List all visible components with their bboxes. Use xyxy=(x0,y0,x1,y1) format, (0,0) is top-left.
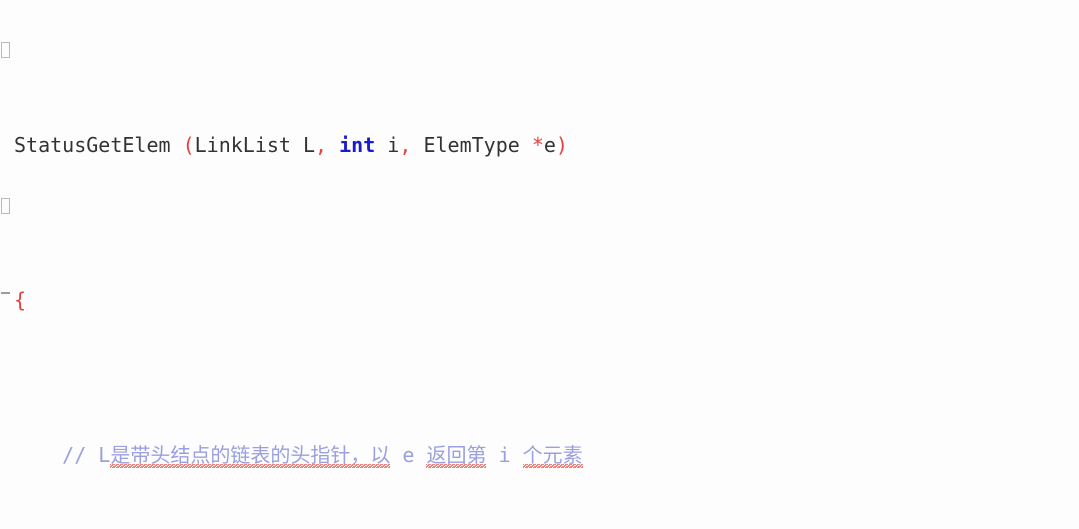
brace-open: { xyxy=(14,288,27,312)
comment-var-e: e xyxy=(390,443,427,467)
comment-cn-2: 返回第 xyxy=(426,443,487,467)
comment-slashes: // xyxy=(62,443,99,467)
comment-cn-1: 是带头结点的链表的头指针，以 xyxy=(110,443,391,467)
fold-marker-while-block[interactable] xyxy=(1,198,10,214)
fold-marker-function-start[interactable] xyxy=(1,42,10,58)
code-line-signature[interactable]: StatusGetElem (LinkList L, int i, ElemTy… xyxy=(14,130,719,161)
comma-2: , xyxy=(399,133,412,157)
code-content[interactable]: StatusGetElem (LinkList L, int i, ElemTy… xyxy=(14,6,719,529)
return-type: Status xyxy=(14,133,87,157)
param-type-3: ElemType xyxy=(411,133,532,157)
code-line-header-comment[interactable]: // L是带头结点的链表的头指针，以 e 返回第 i 个元素 xyxy=(14,440,719,471)
comment-cn-3: 个元素 xyxy=(522,443,583,467)
param-type-1: LinkList xyxy=(194,133,291,157)
comment-var-l: L xyxy=(98,443,111,467)
pointer-star: * xyxy=(531,133,544,157)
param-name-3: e xyxy=(543,133,556,157)
space-1 xyxy=(327,133,339,157)
editor-gutter[interactable] xyxy=(0,0,14,529)
keyword-int: int xyxy=(339,133,376,157)
param-name-2: i xyxy=(375,133,400,157)
comma-1: , xyxy=(315,133,328,157)
fold-marker-block-end[interactable] xyxy=(1,292,10,294)
param-name-1: L xyxy=(290,133,316,157)
function-name: GetElem xyxy=(86,133,183,157)
code-line-open-brace[interactable]: { xyxy=(14,285,719,316)
code-editor[interactable]: StatusGetElem (LinkList L, int i, ElemTy… xyxy=(0,0,1079,529)
paren-open: ( xyxy=(182,133,195,157)
comment-var-i: i xyxy=(486,443,523,467)
paren-close: ) xyxy=(555,133,568,157)
